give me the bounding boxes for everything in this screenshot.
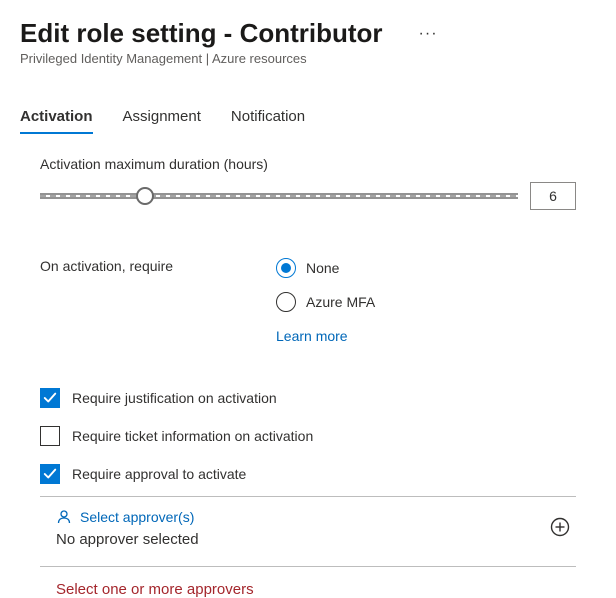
checkbox-icon	[40, 426, 60, 446]
check-require-ticket[interactable]: Require ticket information on activation	[40, 426, 576, 446]
check-label: Require approval to activate	[72, 466, 246, 482]
tab-notification[interactable]: Notification	[231, 102, 305, 133]
radio-azure-mfa[interactable]: Azure MFA	[276, 292, 375, 312]
duration-slider[interactable]	[40, 187, 518, 205]
require-radio-group: None Azure MFA Learn more	[276, 258, 375, 344]
radio-circle-icon	[276, 292, 296, 312]
check-label: Require justification on activation	[72, 390, 277, 406]
select-approvers-link[interactable]: Select approver(s)	[56, 509, 199, 525]
approvers-status: No approver selected	[56, 531, 199, 548]
tab-activation[interactable]: Activation	[20, 102, 93, 133]
checkbox-checked-icon	[40, 464, 60, 484]
divider	[40, 566, 576, 567]
breadcrumb: Privileged Identity Management | Azure r…	[20, 51, 596, 66]
duration-label: Activation maximum duration (hours)	[40, 156, 576, 172]
checkbox-checked-icon	[40, 388, 60, 408]
slider-track	[40, 193, 518, 199]
radio-label: None	[306, 260, 339, 276]
more-icon[interactable]: ···	[413, 25, 444, 43]
radio-circle-checked-icon	[276, 258, 296, 278]
check-label: Require ticket information on activation	[72, 428, 313, 444]
radio-none[interactable]: None	[276, 258, 375, 278]
duration-value-input[interactable]: 6	[530, 182, 576, 210]
radio-label: Azure MFA	[306, 294, 375, 310]
tab-assignment[interactable]: Assignment	[123, 102, 201, 133]
page-title: Edit role setting - Contributor	[20, 18, 383, 49]
require-label: On activation, require	[40, 258, 276, 274]
person-icon	[56, 509, 72, 525]
tabs: Activation Assignment Notification	[20, 102, 596, 134]
slider-thumb[interactable]	[136, 187, 154, 205]
approvers-heading: Select approver(s)	[80, 509, 194, 525]
add-approver-icon[interactable]	[550, 517, 570, 537]
check-require-approval[interactable]: Require approval to activate	[40, 464, 576, 484]
learn-more-link[interactable]: Learn more	[276, 328, 375, 344]
approvers-error: Select one or more approvers	[40, 581, 576, 598]
check-require-justification[interactable]: Require justification on activation	[40, 388, 576, 408]
